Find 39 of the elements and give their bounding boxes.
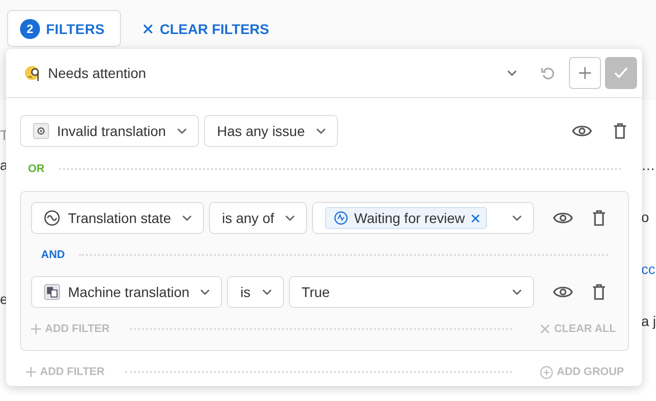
remove-icon[interactable] xyxy=(470,214,480,222)
trash-icon[interactable] xyxy=(592,210,606,226)
trash-icon[interactable] xyxy=(592,284,606,300)
table-text: a j xyxy=(641,312,656,331)
settings-icon xyxy=(33,123,49,139)
preset-select[interactable]: Needs attention xyxy=(48,65,526,81)
plus-icon xyxy=(26,367,36,377)
operator-select[interactable]: is any of xyxy=(208,202,308,234)
translate-icon xyxy=(44,284,60,300)
value-select[interactable]: Waiting for review xyxy=(312,202,534,234)
field-select[interactable]: Translation state xyxy=(31,202,204,234)
field-select[interactable]: Machine translation xyxy=(31,276,222,308)
add-button[interactable] xyxy=(569,57,601,89)
close-icon xyxy=(540,324,550,334)
trash-icon[interactable] xyxy=(613,123,627,139)
wave-circle-icon xyxy=(44,210,60,226)
table-text: o xyxy=(641,208,650,227)
monocle-face-icon xyxy=(24,64,42,82)
clear-filters-button[interactable]: CLEAR FILTERS xyxy=(134,10,278,47)
close-icon xyxy=(142,24,153,34)
table-text: … xyxy=(641,156,656,175)
field-select[interactable]: Invalid translation xyxy=(20,115,199,147)
value-select[interactable]: True xyxy=(288,276,534,308)
eye-icon[interactable] xyxy=(572,124,592,138)
operator-select[interactable]: Has any issue xyxy=(204,115,338,147)
logic-operator: AND xyxy=(41,249,65,261)
plus-icon xyxy=(578,66,592,80)
logic-operator: OR xyxy=(28,163,44,175)
check-icon xyxy=(613,66,629,80)
count-badge: 2 xyxy=(20,18,40,38)
table-text: cc xyxy=(641,260,656,279)
plus-icon xyxy=(31,324,41,334)
status-chip: Waiting for review xyxy=(325,207,487,229)
status-icon xyxy=(334,211,348,225)
add-circle-icon xyxy=(540,366,553,378)
eye-icon[interactable] xyxy=(553,211,573,225)
operator-select[interactable]: is xyxy=(227,276,284,308)
filters-button[interactable]: 2 FILTERS xyxy=(7,10,121,47)
eye-icon[interactable] xyxy=(553,285,573,299)
